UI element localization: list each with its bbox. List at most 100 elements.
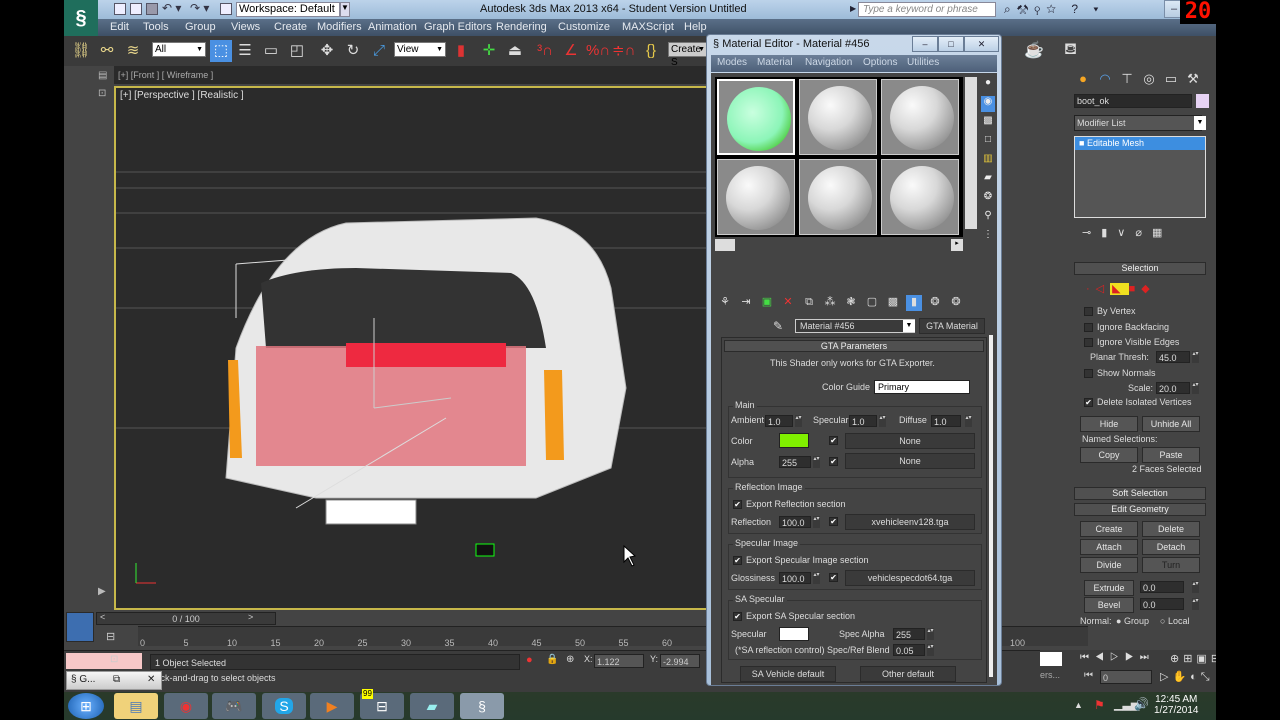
material-name-field[interactable]: Material #456 bbox=[795, 319, 915, 333]
named-selection-set-dropdown[interactable]: Create S bbox=[668, 42, 708, 68]
spec-alpha-field[interactable]: 255 bbox=[893, 628, 925, 640]
me-menu-navigation[interactable]: Navigation bbox=[805, 57, 852, 68]
ambient-field[interactable]: 1.0 bbox=[765, 415, 793, 427]
make-unique-icon[interactable]: ∨ bbox=[1117, 227, 1135, 239]
stack-item-editable-mesh[interactable]: ■ Editable Mesh bbox=[1075, 137, 1205, 150]
selection-rollout-header[interactable]: Selection bbox=[1074, 262, 1206, 275]
hierarchy-tab-icon[interactable]: ⊤ bbox=[1118, 70, 1136, 88]
edit-geometry-rollout-header[interactable]: Edit Geometry bbox=[1074, 503, 1206, 516]
reflection-map-checkbox[interactable]: ✔ bbox=[829, 517, 838, 526]
search-input[interactable]: Type a keyword or phrase bbox=[858, 2, 996, 17]
material-type-button[interactable]: GTA Material bbox=[919, 318, 985, 334]
diffuse-color-swatch[interactable] bbox=[779, 433, 809, 448]
paste-button[interactable]: Paste bbox=[1142, 447, 1200, 463]
bind-to-space-warp-icon[interactable]: ≋ bbox=[122, 40, 144, 62]
menu-edit[interactable]: Edit bbox=[110, 21, 129, 33]
alpha-map-checkbox[interactable]: ✔ bbox=[829, 457, 838, 466]
create-button[interactable]: Create bbox=[1080, 521, 1138, 537]
select-by-name-icon[interactable]: ☰ bbox=[234, 40, 256, 62]
diffuse-spinner[interactable]: ▴▾ bbox=[965, 415, 972, 427]
specular-spinner[interactable]: ▴▾ bbox=[879, 415, 886, 427]
spec-ref-blend-field[interactable]: 0.05 bbox=[893, 644, 925, 656]
modify-tab-icon[interactable]: ◠ bbox=[1096, 70, 1114, 88]
reflection-field[interactable]: 100.0 bbox=[779, 516, 811, 528]
params-scrollbar[interactable] bbox=[989, 335, 993, 677]
material-navigator-icon[interactable]: ⋮ bbox=[981, 229, 995, 245]
window-crossing-icon[interactable]: ◰ bbox=[286, 40, 308, 62]
chevron-down-icon[interactable]: ▼ bbox=[1194, 116, 1206, 130]
reflection-spinner[interactable]: ▴▾ bbox=[813, 516, 820, 528]
absolute-mode-icon[interactable]: ⊕ bbox=[566, 654, 574, 665]
assign-to-selection-icon[interactable]: ▣ bbox=[759, 295, 775, 311]
mini-curve-editor-icon[interactable]: ⊟ bbox=[106, 630, 115, 643]
binoculars-icon[interactable]: ⌕ bbox=[1004, 2, 1017, 16]
search-expand-icon[interactable]: ▶ bbox=[850, 4, 856, 13]
sample-slot[interactable] bbox=[881, 159, 959, 235]
spec-ref-blend-spinner[interactable]: ▴▾ bbox=[927, 644, 934, 656]
isolate-icon[interactable]: ● bbox=[526, 654, 533, 666]
go-to-parent-icon[interactable]: ❂ bbox=[927, 295, 943, 311]
glossiness-field[interactable]: 100.0 bbox=[779, 572, 811, 584]
maxscript-listener[interactable] bbox=[66, 653, 142, 669]
select-and-link-icon[interactable]: ⛓ bbox=[70, 40, 92, 62]
minimize-icon[interactable]: – bbox=[1171, 3, 1177, 15]
viewport-nav-icons-2[interactable]: ▷✋◐⤡ bbox=[1160, 670, 1214, 684]
unlink-icon[interactable]: ⚯ bbox=[96, 40, 118, 62]
sample-slot[interactable] bbox=[881, 79, 959, 155]
specular-field[interactable]: 1.0 bbox=[849, 415, 877, 427]
clock[interactable]: 12:45 AM 1/27/2014 bbox=[1154, 694, 1199, 716]
sa-vehicle-default-button[interactable]: SA Vehicle default bbox=[740, 666, 836, 682]
motion-tab-icon[interactable]: ◎ bbox=[1140, 70, 1158, 88]
background-icon[interactable]: ▩ bbox=[981, 115, 995, 131]
key-mode-toggle-icon[interactable]: ⏮ bbox=[1084, 670, 1093, 681]
star-icon[interactable]: ☆ bbox=[1046, 2, 1062, 16]
gta-parameters-header[interactable]: GTA Parameters bbox=[724, 340, 984, 352]
restore-icon[interactable]: ⧉ bbox=[113, 674, 120, 685]
diffuse-field[interactable]: 1.0 bbox=[931, 415, 961, 427]
sample-type-icon[interactable]: ● bbox=[981, 77, 995, 93]
sample-slot[interactable] bbox=[717, 159, 795, 235]
volume-icon[interactable]: 🔊 bbox=[1134, 697, 1149, 711]
extrude-field[interactable]: 0.0 bbox=[1140, 581, 1184, 593]
glossiness-spinner[interactable]: ▴▾ bbox=[813, 572, 820, 584]
local-radio[interactable]: ○ Local bbox=[1160, 616, 1189, 626]
remove-modifier-icon[interactable]: ⌀ bbox=[1135, 227, 1152, 239]
satellite-icon[interactable]: ⚲ bbox=[1034, 2, 1046, 16]
snaps-toggle-icon[interactable]: ³∩ bbox=[534, 40, 556, 62]
move-icon[interactable]: ✥ bbox=[316, 40, 338, 62]
scale-icon[interactable]: ⤢ bbox=[368, 40, 390, 62]
alpha-field[interactable]: 255 bbox=[779, 456, 811, 468]
ignore-visible-edges-checkbox[interactable]: Ignore Visible Edges bbox=[1084, 337, 1179, 348]
display-tab-icon[interactable]: ▭ bbox=[1162, 70, 1180, 88]
menu-help[interactable]: Help bbox=[684, 21, 707, 33]
rect-selection-icon[interactable]: ▭ bbox=[260, 40, 282, 62]
spinner-snap-icon[interactable]: ≑∩ bbox=[612, 40, 635, 62]
group-radio[interactable]: ● Group bbox=[1116, 616, 1149, 626]
ambient-spinner[interactable]: ▴▾ bbox=[795, 415, 802, 427]
menu-graph-editors[interactable]: Graph Editors bbox=[424, 21, 492, 33]
options-icon[interactable]: ❂ bbox=[981, 191, 995, 207]
notes-app-icon[interactable]: ▰ bbox=[410, 693, 454, 719]
object-name-field[interactable]: boot_ok bbox=[1074, 94, 1192, 108]
alpha-map-button[interactable]: None bbox=[845, 453, 975, 469]
undo-icon[interactable]: ↶ ▾ bbox=[162, 1, 181, 15]
pivot-center-icon[interactable]: ▮ bbox=[450, 40, 472, 62]
perspective-viewport[interactable]: [+] [Perspective ] [Realistic ] bbox=[114, 86, 709, 610]
by-vertex-checkbox[interactable]: By Vertex bbox=[1084, 306, 1136, 317]
put-to-scene-icon[interactable]: ⇥ bbox=[738, 295, 754, 311]
menu-animation[interactable]: Animation bbox=[368, 21, 417, 33]
normal-scale-spinner[interactable]: ▴▾ bbox=[1192, 382, 1199, 394]
element-level-icon[interactable]: ◆ bbox=[1141, 283, 1155, 295]
selection-filter-dropdown[interactable]: All bbox=[152, 42, 206, 57]
menu-rendering[interactable]: Rendering bbox=[496, 21, 547, 33]
chevron-down-icon[interactable]: ▼ bbox=[903, 320, 915, 332]
me-menu-utilities[interactable]: Utilities bbox=[907, 57, 939, 68]
viewport-layout-tab-icon[interactable] bbox=[66, 612, 94, 642]
me-menu-modes[interactable]: Modes bbox=[717, 57, 747, 68]
copy-button[interactable]: Copy bbox=[1080, 447, 1138, 463]
goto-start-icon[interactable]: ⏮ bbox=[1080, 652, 1095, 663]
x-coord-field[interactable]: 1.122 bbox=[594, 654, 644, 668]
prev-key-icon[interactable]: ◀ bbox=[1095, 652, 1110, 663]
make-preview-icon[interactable]: ▰ bbox=[981, 172, 995, 188]
menu-views[interactable]: Views bbox=[231, 21, 260, 33]
